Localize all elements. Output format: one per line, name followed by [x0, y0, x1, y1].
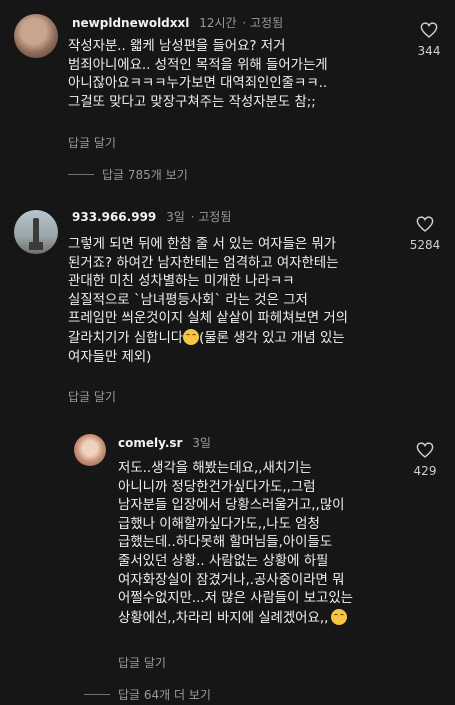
avatar[interactable]: [74, 434, 106, 466]
text-line: 급했나 이해할까싶다가도,,나도 엄청: [118, 516, 320, 532]
smile-emoji-icon: [183, 328, 200, 345]
timestamp: 3일: [166, 210, 185, 224]
text-line: 줄서있던 상황.. 사람없는 상황에 하필: [118, 553, 329, 569]
text-segment: (물론 생각 있고 개념 있는: [199, 330, 345, 346]
text-segment: 갈라치기가 심합니다: [68, 330, 184, 346]
comment-meta: comely.sr 3일: [118, 434, 211, 451]
reply-button[interactable]: 답글 달기: [118, 654, 166, 671]
comment-text: 그렇게 되면 뒤에 한참 줄 서 있는 여자들은 뭐가 된거죠? 하여간 남자한…: [68, 236, 428, 367]
like-count: 344: [417, 44, 441, 58]
text-line: 된거죠? 하여간 남자한테는 엄격하고 여자한테는: [68, 255, 339, 271]
avatar[interactable]: [14, 14, 58, 58]
view-more-replies-button[interactable]: 답글 64개 더 보기: [84, 686, 211, 703]
text-line: 남자분들 입장에서 당황스러울거고,,많이: [118, 498, 345, 514]
timestamp: 3일: [192, 436, 211, 450]
text-line: 어쩔수없지만...저 많은 사람들이 보고있는: [118, 591, 353, 607]
text-segment: 상황에선,,차라리 바지에 실례겠어요,,: [118, 610, 329, 626]
text-line: 갈라치기가 심합니다 (물론 생각 있고 개념 있는: [68, 328, 428, 349]
view-replies-label: 답글 64개 더 보기: [118, 688, 211, 702]
username[interactable]: newpldnewoldxxl: [72, 16, 189, 30]
comment-meta: 933.966.999 3일 · 고정됨: [72, 208, 231, 225]
text-line: 상황에선,,차라리 바지에 실례겠어요,,: [118, 608, 408, 629]
heart-icon[interactable]: [416, 442, 434, 458]
username[interactable]: comely.sr: [118, 436, 182, 450]
comment-meta: newpldnewoldxxl 12시간 · 고정됨: [72, 14, 283, 31]
pinned-label: · 고정됨: [190, 210, 232, 224]
comment-text: 작성자분.. 왧케 남성편을 들어요? 저거 범죄아니에요.. 성적인 목적을 …: [68, 39, 328, 110]
view-replies-button[interactable]: 답글 785개 보기: [68, 166, 188, 183]
pinned-label: · 고정됨: [242, 16, 284, 30]
text-line: 급했는데..하다못해 할머님들,아이들도: [118, 535, 333, 551]
text-line: 여자화장실이 잠겼거나,.공사중이라면 뭐: [118, 572, 345, 588]
reply-button[interactable]: 답글 달기: [68, 134, 116, 151]
text-line: 아니니까 정당한건가싶다가도,,그럼: [118, 479, 316, 495]
text-line: 저도..생각을 해봤는데요,,새치기는: [118, 461, 312, 476]
text-line: 실질적으로 `남녀평등사회` 라는 것은 그저: [68, 292, 308, 308]
comment-text: 저도..생각을 해봤는데요,,새치기는 아니니까 정당한건가싶다가도,,그럼 남…: [118, 460, 408, 628]
timestamp: 12시간: [199, 16, 237, 30]
text-line: 그렇게 되면 뒤에 한참 줄 서 있는 여자들은 뭐가: [68, 237, 337, 252]
text-line: 여자들만 제외): [68, 349, 152, 365]
avatar[interactable]: [14, 210, 58, 254]
heart-icon[interactable]: [420, 22, 438, 38]
divider-line: [68, 174, 94, 175]
view-replies-label: 답글 785개 보기: [102, 168, 188, 182]
heart-icon[interactable]: [416, 216, 434, 232]
text-line: 프레임만 씌운것이지 실체 샅샅이 파헤쳐보면 거의: [68, 311, 348, 327]
text-line: 관대한 미친 성차별하는 미개한 나라ㅋㅋ: [68, 274, 295, 290]
reply-button[interactable]: 답글 달기: [68, 388, 116, 405]
like-count: 429: [413, 464, 437, 478]
like-count: 5284: [409, 238, 441, 252]
grin-emoji-icon: [331, 608, 348, 625]
username[interactable]: 933.966.999: [72, 210, 156, 224]
divider-line: [84, 694, 110, 695]
